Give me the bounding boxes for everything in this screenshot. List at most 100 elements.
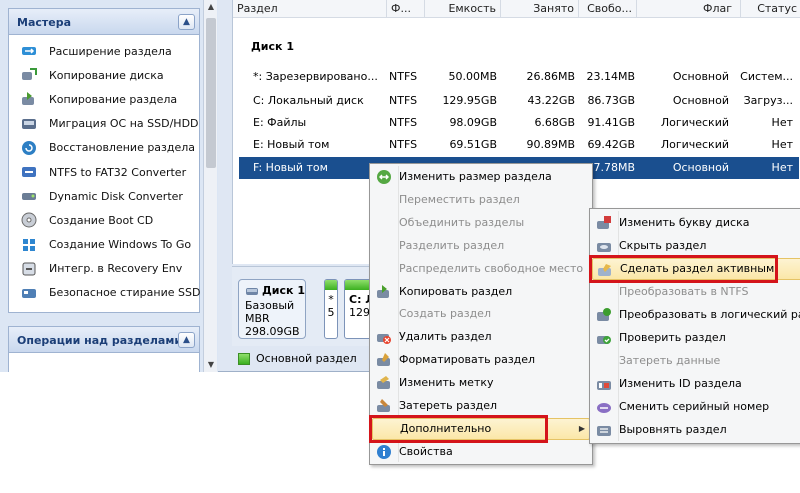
wizard-item[interactable]: Расширение раздела <box>9 39 199 63</box>
wizard-item[interactable]: Миграция ОС на SSD/HDD <box>9 112 199 136</box>
partition-usage-bar <box>325 280 337 290</box>
wizards-title: Мастера <box>17 16 72 29</box>
menu-item-label: Копировать раздел <box>399 284 513 298</box>
menu-item[interactable]: Разделить раздел <box>372 235 590 257</box>
menu-item-label: Преобразовать в логический разде <box>619 308 800 321</box>
menu-item-label: Изменить букву диска <box>619 216 750 229</box>
wizards-header[interactable]: Мастера ▲ <box>9 9 199 35</box>
menu-item[interactable]: Объединить разделы <box>372 212 590 234</box>
scroll-down-icon[interactable]: ▼ <box>205 358 217 372</box>
cell-flag: Основной <box>672 94 729 107</box>
menu-item[interactable]: Изменить размер раздела <box>372 166 590 188</box>
wizard-item[interactable]: NTFS to FAT32 Converter <box>9 160 199 184</box>
column-header-free[interactable]: Свобо... <box>579 0 637 18</box>
serial-icon <box>596 399 612 415</box>
column-header-used[interactable]: Занято <box>501 0 579 18</box>
scroll-thumb[interactable] <box>206 18 216 168</box>
collapse-wizards-button[interactable]: ▲ <box>178 14 195 30</box>
wizard-item-label: Расширение раздела <box>49 44 172 58</box>
menu-item[interactable]: Затереть данные <box>592 350 800 372</box>
cell-capacity: 98.09GB <box>449 116 497 129</box>
menu-item[interactable]: Копировать раздел <box>372 281 590 303</box>
menu-item[interactable]: Проверить раздел <box>592 327 800 349</box>
cell-free: 86.73GB <box>587 94 635 107</box>
cell-partition: E: Новый том <box>253 138 330 151</box>
wizard-item[interactable]: Безопасное стирание SSD <box>9 281 200 305</box>
column-header-partition[interactable]: Раздел <box>233 0 387 18</box>
menu-item[interactable]: Сменить серийный номер <box>592 396 800 418</box>
menu-item[interactable]: Преобразовать в логический разде <box>592 304 800 326</box>
menu-item[interactable]: Изменить букву диска <box>592 212 800 234</box>
wizard-item-label: Копирование раздела <box>49 92 178 106</box>
menu-item[interactable]: Выровнять раздел <box>592 419 800 441</box>
wizard-item[interactable]: Интегр. в Recovery Env <box>9 257 199 281</box>
operations-header[interactable]: Операции над разделами ▲ <box>9 327 199 353</box>
check-icon <box>596 330 612 346</box>
menu-item[interactable]: Изменить метку <box>372 372 590 394</box>
menu-item-label: Проверить раздел <box>619 331 726 344</box>
cell-capacity: 50.00MB <box>448 70 497 83</box>
menu-item-label: Затереть раздел <box>399 399 498 412</box>
windows-to-go-icon <box>21 237 37 253</box>
column-header-fs[interactable]: Ф... <box>387 0 425 18</box>
partition-row[interactable]: *: Зарезервировано... NTFS 50.00MB 26.86MB 2… <box>239 66 799 88</box>
disk-icon <box>246 287 258 295</box>
menu-item-label: Сменить серийный номер <box>619 400 770 413</box>
cell-flag: Основной <box>672 161 729 174</box>
cell-used: 26.86MB <box>526 70 575 83</box>
cell-capacity: 129.95GB <box>442 94 497 107</box>
menu-item-label: Создать раздел <box>399 307 491 321</box>
wizard-item[interactable]: Копирование раздела <box>9 87 199 111</box>
wizard-item[interactable]: Dynamic Disk Converter <box>9 184 199 208</box>
menu-item-label: Изменить размер раздела <box>399 170 552 183</box>
menu-item[interactable]: Распределить свободное место <box>372 258 590 280</box>
scroll-up-icon[interactable]: ▲ <box>205 0 217 14</box>
menu-item[interactable]: Скрыть раздел <box>592 235 800 257</box>
disk-group-title: Диск 1 <box>251 40 294 53</box>
menu-item[interactable]: Свойства <box>372 441 590 463</box>
menu-item[interactable]: Изменить ID раздела <box>592 373 800 395</box>
column-header-flag[interactable]: Флаг <box>637 0 741 18</box>
menu-item[interactable]: Переместить раздел <box>372 189 590 211</box>
wizard-item[interactable]: Создание Windows To Go <box>9 233 199 257</box>
cell-partition: C: Локальный диск <box>253 94 364 107</box>
menu-item-label: Распределить свободное место <box>399 261 584 275</box>
label-icon <box>376 375 392 391</box>
column-header-status[interactable]: Статус <box>741 0 800 18</box>
migrate-os-icon <box>21 116 37 132</box>
cell-flag: Логический <box>660 138 729 151</box>
align-icon <box>596 422 612 438</box>
expand-partition-icon <box>21 43 37 59</box>
menu-item-label: Преобразовать в NTFS <box>619 285 749 298</box>
disk-card-size: 298.09GB <box>245 325 300 338</box>
partition-size: 5 <box>327 306 335 319</box>
partition-row[interactable]: C: Локальный диск NTFS 129.95GB 43.22GB 86.7… <box>239 90 799 112</box>
wizard-item[interactable]: Создание Boot CD <box>9 208 199 232</box>
cell-status: Систем... <box>740 70 793 83</box>
wizard-item[interactable]: Копирование диска <box>9 63 199 87</box>
disk-map-partition-reserved[interactable]: * 5 <box>324 279 338 339</box>
menu-item-label: Объединить разделы <box>399 215 525 229</box>
boot-cd-icon <box>21 212 37 228</box>
legend-primary-label: Основной раздел <box>256 352 357 365</box>
wizards-group: Мастера ▲ Расширение раздела Копирование … <box>8 8 200 313</box>
menu-item[interactable]: Преобразовать в NTFS <box>592 281 800 303</box>
wizard-item[interactable]: Восстановление раздела <box>9 136 199 160</box>
cell-partition: E: Файлы <box>253 116 307 129</box>
disk-card[interactable]: Диск 1 Базовый MBR 298.09GB <box>238 279 306 339</box>
wipe-icon <box>376 398 392 414</box>
cell-fs: NTFS <box>389 70 418 83</box>
menu-item[interactable]: Удалить раздел <box>372 326 590 348</box>
operations-group: Операции над разделами ▲ <box>8 326 200 372</box>
cell-flag: Основной <box>672 70 729 83</box>
partition-row[interactable]: E: Файлы NTFS 98.09GB 6.68GB 91.41GB Логическ… <box>239 112 799 134</box>
partition-row[interactable]: E: Новый том NTFS 69.51GB 90.89MB 69.42GB Лог… <box>239 134 799 156</box>
menu-item[interactable]: Затереть раздел <box>372 395 590 417</box>
left-scrollbar[interactable]: ▲ ▼ <box>203 0 217 372</box>
menu-item[interactable]: Форматировать раздел <box>372 349 590 371</box>
partition-id-icon <box>596 376 612 392</box>
cell-status: Нет <box>771 138 793 151</box>
column-header-capacity[interactable]: Емкость <box>425 0 501 18</box>
menu-item[interactable]: Создать раздел <box>372 303 590 325</box>
collapse-operations-button[interactable]: ▲ <box>178 332 195 348</box>
